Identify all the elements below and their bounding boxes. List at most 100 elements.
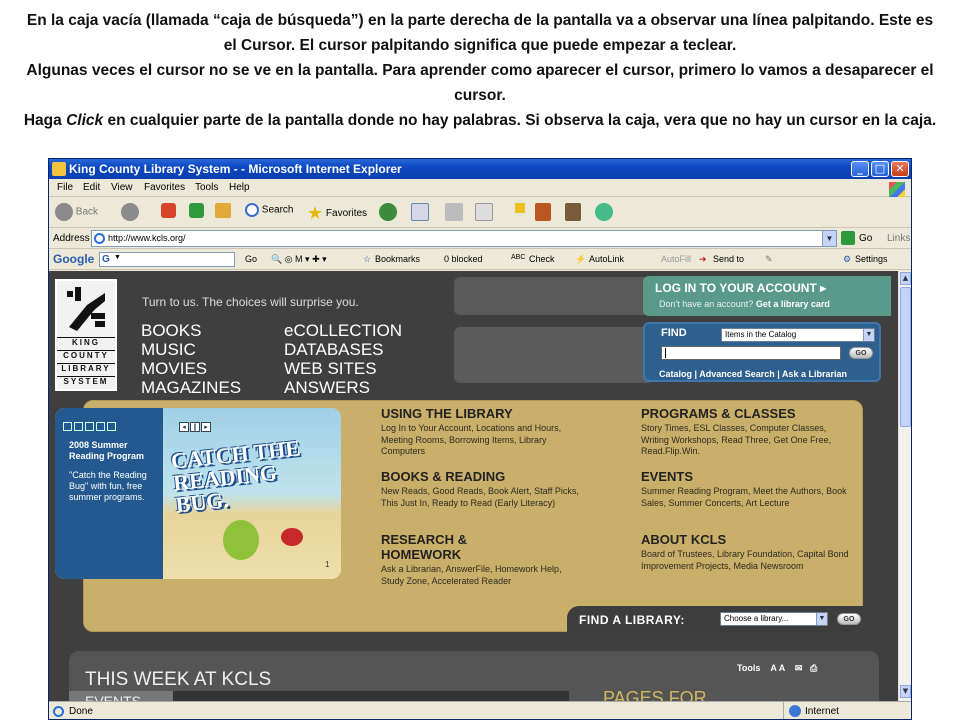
check-button[interactable]: Check: [529, 254, 555, 264]
section-links[interactable]: New Reads, Good Reads, Book Alert, Staff…: [381, 486, 591, 509]
section-research-homework: RESEARCH & HOMEWORK Ask a Librarian, Ans…: [381, 532, 571, 587]
print-button[interactable]: [445, 203, 463, 223]
links-button[interactable]: Links: [887, 233, 910, 244]
favorites-button[interactable]: ★ Favorites: [307, 203, 367, 223]
summer-reading-feature[interactable]: 2008 Summer Reading Program "Catch the R…: [55, 408, 341, 579]
send-to-button[interactable]: Send to: [713, 254, 744, 264]
nav-web-sites[interactable]: WEB SITES: [284, 359, 377, 378]
find-library-go-button[interactable]: GO: [837, 613, 861, 625]
autofill-button[interactable]: AutoFill: [661, 254, 691, 264]
library-select[interactable]: Choose a library... ▼: [720, 612, 828, 626]
section-links[interactable]: Story Times, ESL Classes, Computer Class…: [641, 423, 851, 458]
edit-button[interactable]: [475, 203, 493, 223]
messenger-button[interactable]: [535, 203, 551, 223]
menu-bar: File Edit View Favorites Tools Help: [49, 179, 911, 197]
chevron-down-icon: ▼: [863, 329, 874, 341]
nav-music[interactable]: MUSIC: [141, 340, 196, 359]
nav-movies[interactable]: MOVIES: [141, 359, 207, 378]
search-input[interactable]: [661, 346, 841, 360]
feature-quote: "Catch the Reading Bug" with fun, free s…: [69, 470, 147, 502]
nav-answers[interactable]: ANSWERS: [284, 378, 370, 397]
section-title[interactable]: ABOUT KCLS: [641, 532, 851, 547]
login-heading[interactable]: LOG IN TO YOUR ACCOUNT ▸: [655, 281, 826, 295]
kcls-logo[interactable]: KING COUNTY LIBRARY SYSTEM: [55, 279, 117, 391]
find-go-button[interactable]: GO: [849, 347, 873, 359]
google-go-button[interactable]: Go: [245, 254, 257, 264]
ask-a-librarian-link[interactable]: Ask a Librarian: [782, 369, 847, 379]
section-links[interactable]: Log In to Your Account, Locations and Ho…: [381, 423, 591, 458]
font-size-button[interactable]: A A: [770, 663, 785, 673]
settings-gear-icon: ⚙: [843, 254, 852, 264]
feature-sidebar: 2008 Summer Reading Program "Catch the R…: [55, 408, 163, 579]
catalog-search-box: FIND Items in the Catalog ▼ GO Catalog |…: [643, 322, 881, 382]
stop-button[interactable]: [161, 203, 176, 223]
menu-edit[interactable]: Edit: [83, 182, 100, 193]
section-title[interactable]: EVENTS: [641, 469, 851, 484]
history-button[interactable]: [379, 203, 397, 223]
address-dropdown-icon[interactable]: ▼: [822, 231, 836, 246]
people-button[interactable]: [595, 203, 613, 223]
section-title[interactable]: PROGRAMS & CLASSES: [641, 406, 851, 421]
minimize-button[interactable]: _: [851, 161, 869, 177]
nav-ecollection[interactable]: eCOLLECTION: [284, 321, 402, 340]
section-links[interactable]: Ask a Librarian, AnswerFile, Homework He…: [381, 564, 571, 587]
section-links[interactable]: Board of Trustees, Library Foundation, C…: [641, 549, 851, 572]
back-button[interactable]: Back: [55, 203, 98, 223]
tagline: Turn to us. The choices will surprise yo…: [142, 295, 359, 309]
email-icon[interactable]: ✉: [795, 663, 803, 673]
bookmarks-button[interactable]: Bookmarks: [375, 254, 420, 264]
nav-magazines[interactable]: MAGAZINES: [141, 378, 241, 397]
research-button[interactable]: [565, 203, 581, 223]
autolink-button[interactable]: AutoLink: [589, 254, 624, 264]
forward-button[interactable]: [121, 203, 139, 223]
google-search-input[interactable]: G ▼: [99, 252, 235, 267]
section-title[interactable]: BOOKS & READING: [381, 469, 591, 484]
home-button[interactable]: [215, 203, 231, 223]
people-icon: [595, 203, 613, 221]
login-account-box[interactable]: LOG IN TO YOUR ACCOUNT ▸ Don't have an a…: [643, 276, 891, 316]
refresh-button[interactable]: [189, 203, 204, 223]
instruction-paragraph-3: Haga Click en cualquier parte de la pant…: [23, 112, 937, 129]
events-tab[interactable]: EVENTS: [69, 691, 173, 701]
mail-button[interactable]: [411, 203, 429, 223]
nav-databases[interactable]: DATABASES: [284, 340, 384, 359]
scroll-up-icon[interactable]: ▲: [900, 272, 911, 285]
nav-books[interactable]: BOOKS: [141, 321, 201, 340]
address-input[interactable]: http://www.kcls.org/ ▼: [91, 230, 837, 247]
slide-indicator[interactable]: [63, 416, 118, 435]
google-settings-button[interactable]: Settings: [855, 254, 888, 264]
instruction-paragraph-1: En la caja vacía (llamada “caja de búsqu…: [26, 12, 934, 54]
discuss-button[interactable]: [515, 203, 525, 223]
section-title[interactable]: USING THE LIBRARY: [381, 406, 591, 421]
star-icon: ★: [307, 203, 324, 223]
google-tools-icons[interactable]: 🔍 ◎ M ▾ ✚ ▾: [271, 254, 327, 265]
search-button[interactable]: Search: [245, 203, 293, 223]
menu-help[interactable]: Help: [229, 182, 250, 193]
google-input-dropdown-icon[interactable]: ▼: [114, 254, 121, 261]
title-bar[interactable]: King County Library System - - Microsoft…: [49, 159, 911, 179]
this-week-section: THIS WEEK AT KCLS Tools A A ✉ ⎙ EVENTS P…: [69, 651, 879, 701]
web-page[interactable]: KING COUNTY LIBRARY SYSTEM Turn to us. T…: [49, 271, 898, 701]
scrollbar-thumb[interactable]: [900, 287, 911, 427]
menu-favorites[interactable]: Favorites: [144, 182, 185, 193]
go-arrow-icon[interactable]: [841, 231, 855, 245]
advanced-search-link[interactable]: Advanced Search: [699, 369, 775, 379]
catalog-link[interactable]: Catalog: [659, 369, 692, 379]
scroll-down-icon[interactable]: ▼: [900, 685, 911, 698]
go-button[interactable]: Go: [859, 233, 872, 244]
close-button[interactable]: ✕: [891, 161, 909, 177]
section-title[interactable]: RESEARCH & HOMEWORK: [381, 532, 491, 562]
vertical-scrollbar[interactable]: ▲ ▼: [898, 271, 911, 701]
section-links[interactable]: Summer Reading Program, Meet the Authors…: [641, 486, 851, 509]
maximize-button[interactable]: □: [871, 161, 889, 177]
menu-tools[interactable]: Tools: [195, 182, 218, 193]
slideshow-controls[interactable]: ◂ ‖ ▸: [179, 414, 212, 433]
window-title: King County Library System - - Microsoft…: [69, 162, 402, 176]
popup-blocked-indicator[interactable]: 0 blocked: [444, 254, 483, 264]
menu-view[interactable]: View: [111, 182, 133, 193]
get-library-card-link[interactable]: Get a library card: [756, 299, 830, 309]
menu-file[interactable]: File: [57, 182, 73, 193]
print-icon[interactable]: ⎙: [810, 663, 817, 673]
find-scope-select[interactable]: Items in the Catalog ▼: [721, 328, 875, 342]
pages-for-heading: PAGES FOR: [603, 688, 707, 701]
